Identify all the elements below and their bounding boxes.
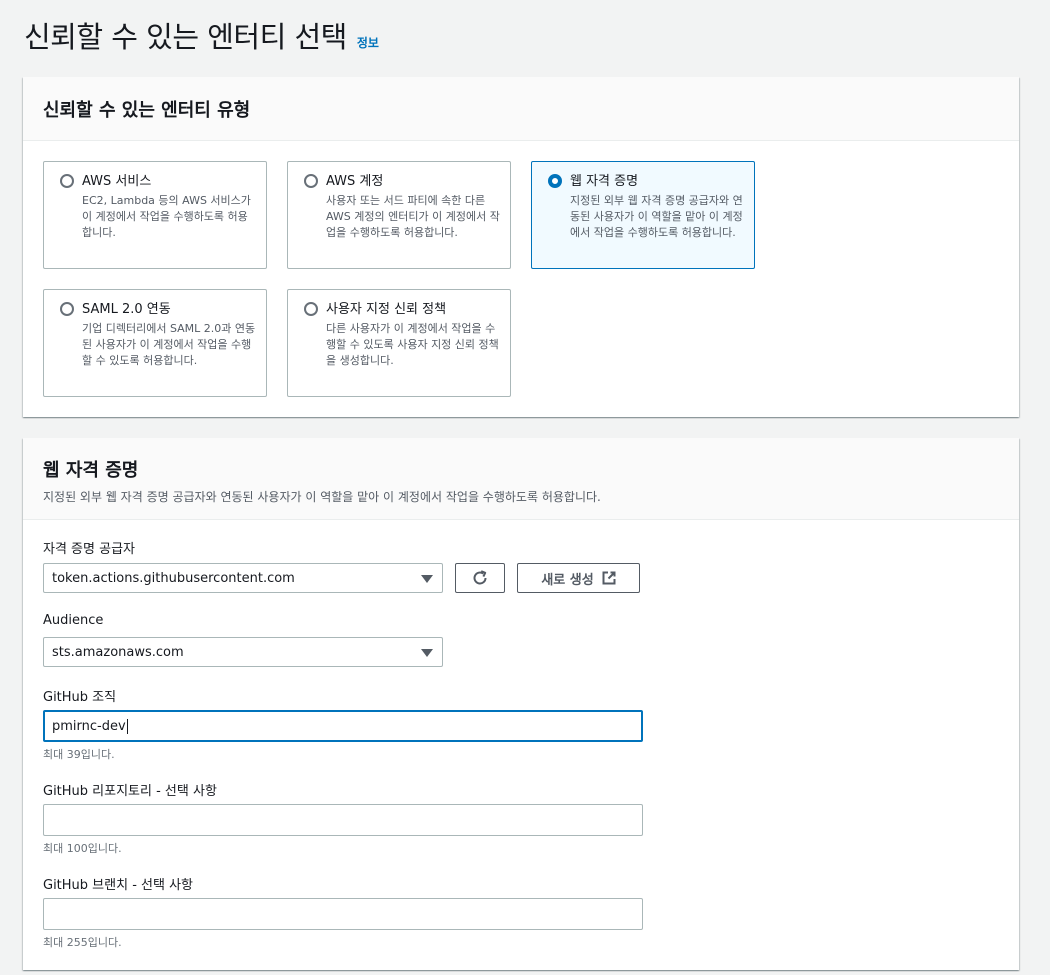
tile-title: AWS 계정 (326, 174, 384, 189)
tile-title: SAML 2.0 연동 (82, 302, 171, 317)
radio-aws-account[interactable] (304, 174, 318, 188)
caret-down-icon (421, 649, 433, 657)
text-cursor (126, 718, 128, 734)
web-identity-description: 지정된 외부 웹 자격 증명 공급자와 연동된 사용자가 이 역할을 맡아 이 … (43, 490, 601, 504)
github-branch-label: GitHub 브랜치 - 선택 사항 (43, 878, 193, 893)
info-link[interactable]: 정보 (357, 34, 379, 51)
github-branch-hint: 최대 255입니다. (43, 936, 122, 949)
audience-select[interactable]: sts.amazonaws.com (43, 637, 443, 667)
radio-custom-trust-policy[interactable] (304, 302, 318, 316)
tile-desc: 다른 사용자가 이 계정에서 작업을 수행할 수 있도록 사용자 지정 신뢰 정… (326, 322, 499, 367)
github-repo-label: GitHub 리포지토리 - 선택 사항 (43, 784, 217, 799)
tile-aws-account[interactable]: AWS 계정 사용자 또는 서드 파티에 속한 다른 AWS 계정의 엔터티가 … (287, 161, 511, 269)
github-org-hint: 최대 39입니다. (43, 748, 115, 761)
tile-desc: 지정된 외부 웹 자격 증명 공급자와 연동된 사용자가 이 역할을 맡아 이 … (570, 194, 743, 239)
create-new-label: 새로 생성 (541, 572, 594, 588)
provider-select[interactable]: token.actions.githubusercontent.com (43, 563, 443, 593)
entity-type-panel: 신뢰할 수 있는 엔터티 유형 AWS 서비스 EC2, Lambda 등의 A… (23, 77, 1019, 417)
audience-label: Audience (43, 613, 104, 628)
refresh-button[interactable] (455, 563, 505, 593)
web-identity-header: 웹 자격 증명 지정된 외부 웹 자격 증명 공급자와 연동된 사용자가 이 역… (23, 438, 1019, 520)
entity-type-title: 신뢰할 수 있는 엔터티 유형 (43, 99, 251, 121)
tile-title: AWS 서비스 (82, 174, 152, 189)
tile-desc: 사용자 또는 서드 파티에 속한 다른 AWS 계정의 엔터티가 이 계정에서 … (326, 194, 500, 239)
tile-title: 사용자 지정 신뢰 정책 (326, 302, 447, 317)
github-branch-input[interactable] (43, 898, 643, 930)
create-new-button[interactable]: 새로 생성 (517, 563, 640, 593)
radio-saml[interactable] (60, 302, 74, 316)
audience-value: sts.amazonaws.com (52, 644, 184, 660)
entity-type-header: 신뢰할 수 있는 엔터티 유형 (23, 77, 1019, 141)
provider-label: 자격 증명 공급자 (43, 542, 135, 557)
github-org-value: pmirnc-dev (52, 718, 126, 734)
page-header: 신뢰할 수 있는 엔터티 선택 정보 (24, 14, 379, 56)
github-repo-input[interactable] (43, 804, 643, 836)
web-identity-panel: 웹 자격 증명 지정된 외부 웹 자격 증명 공급자와 연동된 사용자가 이 역… (23, 438, 1019, 970)
tile-saml[interactable]: SAML 2.0 연동 기업 디렉터리에서 SAML 2.0과 연동된 사용자가… (43, 289, 267, 397)
external-link-icon (602, 571, 616, 585)
tile-aws-service[interactable]: AWS 서비스 EC2, Lambda 등의 AWS 서비스가 이 계정에서 작… (43, 161, 267, 269)
tile-desc: EC2, Lambda 등의 AWS 서비스가 이 계정에서 작업을 수행하도록… (82, 194, 251, 239)
github-org-input[interactable]: pmirnc-dev (43, 710, 643, 742)
radio-web-identity[interactable] (548, 174, 562, 188)
refresh-icon (473, 570, 487, 585)
page-title: 신뢰할 수 있는 엔터티 선택 (24, 20, 347, 54)
web-identity-title: 웹 자격 증명 (43, 460, 139, 481)
tile-title: 웹 자격 증명 (570, 174, 639, 189)
tile-desc: 기업 디렉터리에서 SAML 2.0과 연동된 사용자가 이 계정에서 작업을 … (82, 322, 256, 367)
github-org-label: GitHub 조직 (43, 690, 117, 705)
radio-aws-service[interactable] (60, 174, 74, 188)
github-repo-hint: 최대 100입니다. (43, 842, 122, 855)
tile-web-identity[interactable]: 웹 자격 증명 지정된 외부 웹 자격 증명 공급자와 연동된 사용자가 이 역… (531, 161, 755, 269)
caret-down-icon (421, 575, 433, 583)
tile-custom-trust-policy[interactable]: 사용자 지정 신뢰 정책 다른 사용자가 이 계정에서 작업을 수행할 수 있도… (287, 289, 511, 397)
provider-value: token.actions.githubusercontent.com (52, 570, 295, 586)
